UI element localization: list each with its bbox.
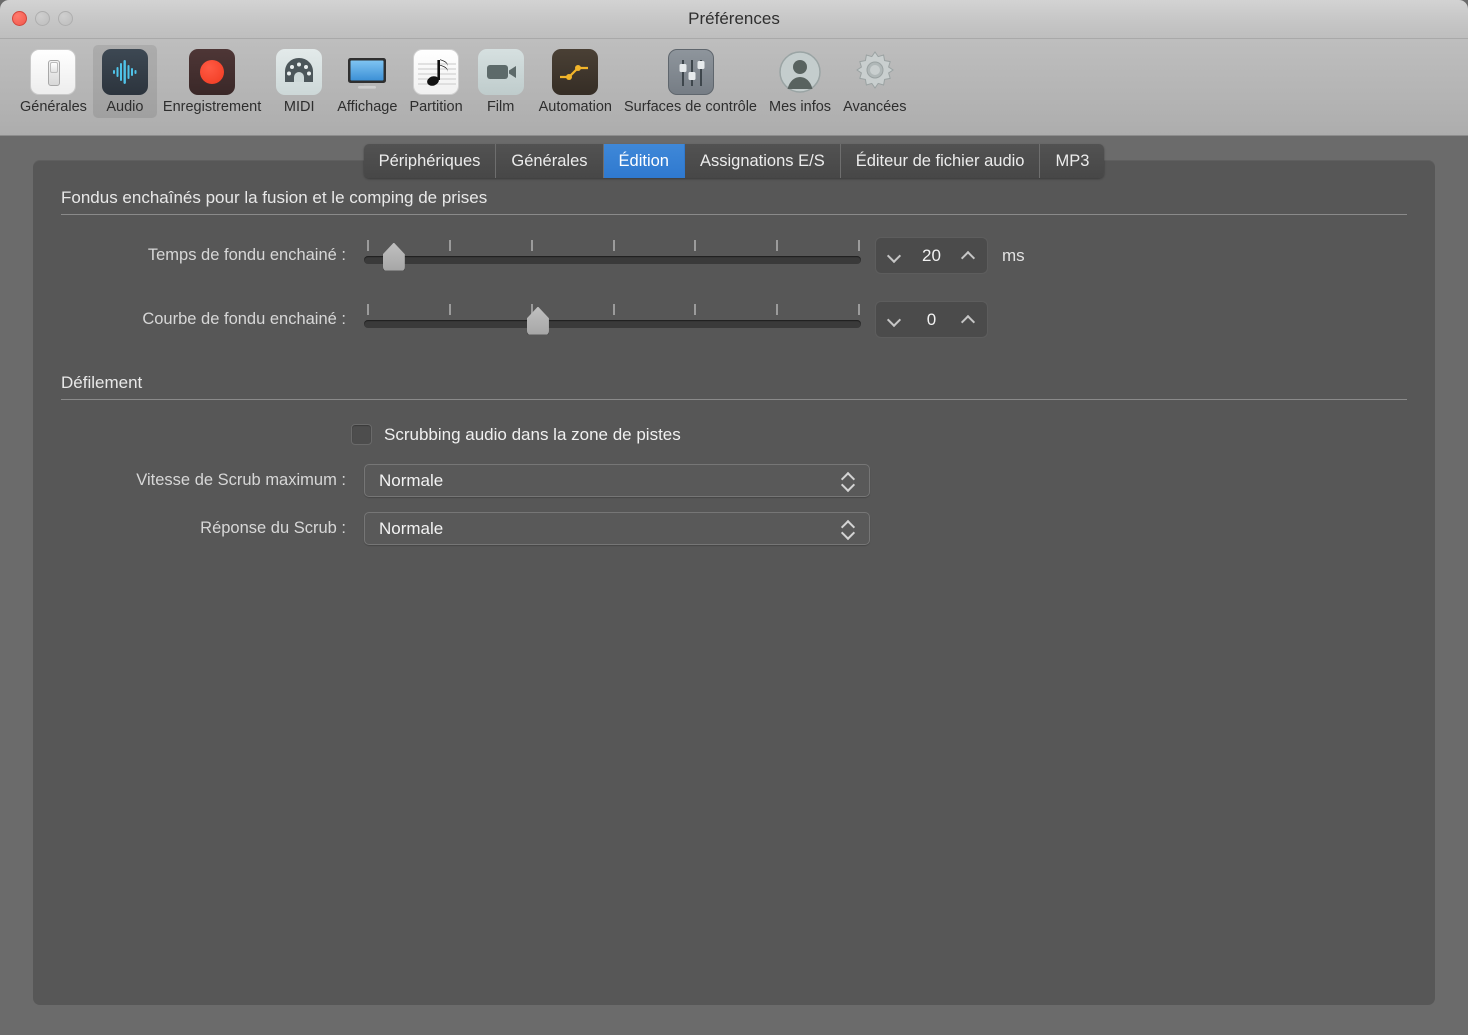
music-note-icon — [413, 49, 459, 95]
toolbar-item-surfaces-de-controle[interactable]: Surfaces de contrôle — [618, 45, 763, 118]
toolbar-item-film[interactable]: Film — [469, 45, 533, 118]
fade-time-stepper[interactable]: 20 — [875, 237, 988, 274]
group-title: Défilement — [61, 373, 1407, 399]
tab-peripheriques[interactable]: Périphériques — [364, 144, 497, 178]
automation-curve-icon — [552, 49, 598, 95]
max-scrub-speed-value: Normale — [379, 471, 842, 491]
group-crossfades: Fondus enchaînés pour la fusion et le co… — [61, 188, 1407, 215]
up-down-chevron-icon[interactable] — [842, 518, 855, 540]
toolbar-item-label: Mes infos — [769, 100, 831, 115]
toolbar-item-label: Affichage — [337, 100, 397, 115]
tab-assignations-es[interactable]: Assignations E/S — [685, 144, 841, 178]
chevron-up-icon[interactable] — [962, 313, 975, 326]
waveform-icon — [102, 49, 148, 95]
toolbar-item-label: Générales — [20, 100, 87, 115]
chevron-down-icon[interactable] — [888, 313, 901, 326]
group-title: Fondus enchaînés pour la fusion et le co… — [61, 188, 1407, 214]
toolbar-item-label: Film — [487, 100, 514, 115]
up-down-chevron-icon[interactable] — [842, 470, 855, 492]
slider-ticks — [367, 240, 858, 251]
preferences-body: Périphériques Générales Édition Assignat… — [0, 136, 1468, 1035]
window-title: Préférences — [0, 9, 1468, 29]
row-fade-time: Temps de fondu enchainé : 20 ms — [61, 237, 1407, 274]
preferences-toolbar: Générales Audio — [0, 39, 1468, 136]
toolbar-item-partition[interactable]: Partition — [403, 45, 468, 118]
row-scrubbing[interactable]: Scrubbing audio dans la zone de pistes — [351, 424, 681, 445]
fade-time-unit: ms — [1002, 246, 1025, 266]
toggle-switch-icon — [30, 49, 76, 95]
fade-curve-value: 0 — [901, 310, 962, 330]
tab-edition[interactable]: Édition — [604, 144, 685, 178]
tab-strip: Périphériques Générales Édition Assignat… — [0, 144, 1468, 178]
user-avatar-icon — [777, 49, 823, 95]
toolbar-item-enregistrement[interactable]: Enregistrement — [157, 45, 267, 118]
scrub-response-select[interactable]: Normale — [364, 512, 870, 545]
fade-curve-stepper[interactable]: 0 — [875, 301, 988, 338]
window-titlebar: Préférences — [0, 0, 1468, 39]
chevron-down-icon[interactable] — [888, 249, 901, 262]
tab-mp3[interactable]: MP3 — [1040, 144, 1104, 178]
display-monitor-icon — [344, 49, 390, 95]
max-scrub-speed-label: Vitesse de Scrub maximum : — [61, 471, 346, 490]
group-divider — [61, 399, 1407, 400]
midi-port-icon — [276, 49, 322, 95]
faders-icon — [668, 49, 714, 95]
scrub-response-label: Réponse du Scrub : — [61, 519, 346, 538]
group-scrolling: Défilement — [61, 373, 1407, 400]
toolbar-item-label: MIDI — [284, 100, 315, 115]
toolbar-item-label: Enregistrement — [163, 100, 261, 115]
toolbar-item-affichage[interactable]: Affichage — [331, 45, 403, 118]
toolbar-item-midi[interactable]: MIDI — [267, 45, 331, 118]
tab-editeur-fichier-audio[interactable]: Éditeur de fichier audio — [841, 144, 1041, 178]
chevron-up-icon[interactable] — [962, 249, 975, 262]
toolbar-item-avancees[interactable]: Avancées — [837, 45, 912, 118]
video-camera-icon — [478, 49, 524, 95]
slider-ticks — [367, 304, 858, 315]
record-circle-icon — [189, 49, 235, 95]
fade-time-slider[interactable] — [364, 239, 861, 273]
fade-curve-slider[interactable] — [364, 303, 861, 337]
toolbar-item-automation[interactable]: Automation — [533, 45, 618, 118]
toolbar-item-label: Avancées — [843, 100, 906, 115]
row-fade-curve: Courbe de fondu enchainé : 0 — [61, 301, 1407, 338]
max-scrub-speed-select[interactable]: Normale — [364, 464, 870, 497]
tab-generales[interactable]: Générales — [496, 144, 603, 178]
slider-track[interactable] — [364, 320, 861, 328]
group-divider — [61, 214, 1407, 215]
row-max-scrub-speed: Vitesse de Scrub maximum : Normale — [61, 464, 870, 497]
scrubbing-checkbox[interactable] — [351, 424, 372, 445]
row-scrub-response: Réponse du Scrub : Normale — [61, 512, 870, 545]
slider-track[interactable] — [364, 256, 861, 264]
fade-curve-label: Courbe de fondu enchainé : — [61, 310, 346, 329]
toolbar-item-label: Audio — [106, 100, 143, 115]
preferences-window: Préférences Générales — [0, 0, 1468, 1035]
scrub-response-value: Normale — [379, 519, 842, 539]
toolbar-item-label: Surfaces de contrôle — [624, 100, 757, 115]
fade-time-value: 20 — [901, 246, 962, 266]
toolbar-item-audio[interactable]: Audio — [93, 45, 157, 118]
toolbar-item-mes-infos[interactable]: Mes infos — [763, 45, 837, 118]
fade-time-label: Temps de fondu enchainé : — [61, 246, 346, 265]
tab-content-pane: Fondus enchaînés pour la fusion et le co… — [33, 160, 1435, 1005]
toolbar-item-label: Partition — [409, 100, 462, 115]
toolbar-item-generales[interactable]: Générales — [14, 45, 93, 118]
gear-icon — [852, 49, 898, 95]
toolbar-item-label: Automation — [539, 100, 612, 115]
scrubbing-checkbox-label: Scrubbing audio dans la zone de pistes — [384, 425, 681, 445]
